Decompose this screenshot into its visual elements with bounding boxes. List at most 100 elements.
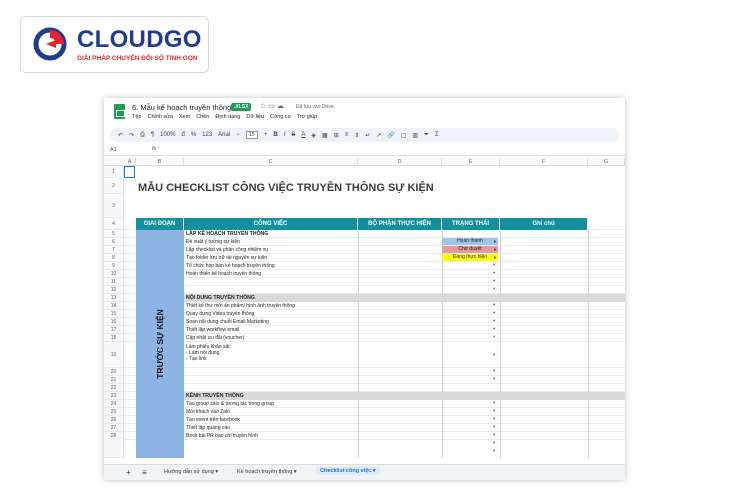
task-cell[interactable]: Lập checklist và phân công nhiệm vụ	[186, 247, 268, 253]
print-icon[interactable]: ⎙	[140, 132, 145, 139]
font-size-decrease-icon[interactable]: −	[236, 132, 240, 138]
row-number[interactable]: 4	[104, 218, 124, 230]
row-number[interactable]: 16	[104, 318, 124, 326]
row-number[interactable]: 1	[104, 166, 124, 178]
dropdown-arrow-icon[interactable]: ▾	[493, 334, 495, 340]
strikethrough-button[interactable]: S	[291, 132, 295, 138]
dropdown-arrow-icon[interactable]: ▾	[493, 424, 495, 430]
all-sheets-icon[interactable]: ≡	[142, 468, 147, 477]
row-number[interactable]: 19	[104, 342, 124, 368]
column-header[interactable]: C	[184, 158, 358, 166]
dropdown-arrow-icon[interactable]: ▾	[493, 270, 495, 276]
dropdown-arrow-icon[interactable]: ▾	[493, 310, 495, 316]
currency-format-button[interactable]: đ	[181, 132, 184, 138]
task-cell[interactable]: Tạo group zalo & tương tác trong group	[186, 401, 274, 407]
dropdown-arrow-icon[interactable]: ▾	[493, 416, 495, 422]
task-cell[interactable]: Tạo event trên facebook	[186, 417, 240, 423]
status-dropdown[interactable]: Chờ duyệt ▾	[442, 246, 498, 253]
dropdown-arrow-icon[interactable]: ▾	[493, 432, 495, 438]
task-cell[interactable]: Đề xuất ý tưởng sự kiện	[186, 239, 240, 245]
dropdown-arrow-icon[interactable]: ▾	[493, 318, 495, 324]
dropdown-arrow-icon[interactable]: ▾	[493, 440, 495, 446]
row-number[interactable]: 23	[104, 392, 124, 400]
task-cell[interactable]: Mời khách vào Zalo	[186, 409, 230, 415]
chart-icon[interactable]: ▥	[412, 132, 418, 139]
italic-button[interactable]: I	[284, 132, 286, 138]
wrap-icon[interactable]: ↵	[365, 132, 370, 139]
row-number[interactable]: 15	[104, 310, 124, 318]
task-cell[interactable]: Book bài PR báo chí truyền hình	[186, 433, 258, 439]
dropdown-arrow-icon[interactable]: ▾	[493, 302, 495, 308]
menu-edit[interactable]: Chỉnh sửa	[147, 114, 172, 120]
column-header[interactable]: F	[500, 158, 588, 166]
row-number[interactable]: 24	[104, 400, 124, 408]
task-cell[interactable]: Tạo folder lưu trữ tài nguyên sự kiện	[186, 255, 267, 261]
task-cell[interactable]: Thiết kế thư mời ấn phẩm/ hình ảnh truyề…	[186, 303, 295, 309]
functions-icon[interactable]: Σ	[435, 132, 439, 138]
status-dropdown[interactable]: Đang thực hiện ▾	[442, 254, 498, 261]
task-cell[interactable]: Cập nhật ưu đãi (voucher)	[186, 335, 244, 341]
font-size-increase-icon[interactable]: +	[264, 132, 268, 138]
menu-format[interactable]: Định dạng	[215, 114, 240, 120]
row-number[interactable]: 8	[104, 254, 124, 262]
sheets-app-icon[interactable]	[114, 104, 125, 119]
row-number[interactable]: 5	[104, 230, 124, 238]
row-number[interactable]: 12	[104, 286, 124, 294]
menu-tools[interactable]: Công cụ	[270, 114, 291, 120]
dropdown-arrow-icon[interactable]: ▾	[493, 286, 495, 292]
column-header[interactable]: A	[124, 158, 136, 166]
undo-icon[interactable]: ↶	[118, 132, 123, 139]
filter-icon[interactable]: ⏷	[424, 132, 429, 139]
sheet-tab[interactable]: Hướng dẫn sử dụng ▾	[164, 469, 218, 475]
merge-cells-icon[interactable]: ⊞	[334, 132, 339, 139]
menu-view[interactable]: Xem	[179, 114, 190, 120]
dropdown-arrow-icon[interactable]: ▾	[493, 408, 495, 414]
sheet-tab-active[interactable]: Checklist công việc ▾	[316, 467, 380, 475]
column-header[interactable]: D	[358, 158, 442, 166]
paint-format-icon[interactable]: ¶	[151, 132, 154, 138]
valign-icon[interactable]: ⇕	[354, 132, 359, 139]
row-number[interactable]: 25	[104, 408, 124, 416]
number-format-button[interactable]: 123	[202, 132, 212, 138]
row-number[interactable]: 26	[104, 416, 124, 424]
task-cell[interactable]: Quay dựng Video truyền thông	[186, 311, 254, 317]
font-size-input[interactable]: 15	[245, 131, 258, 139]
dropdown-arrow-icon[interactable]: ▾	[493, 376, 495, 382]
menu-file[interactable]: Tệp	[132, 114, 141, 120]
row-number[interactable]: 22	[104, 384, 124, 392]
task-cell[interactable]: Làm phiếu khảo sát: - Làm nội dung - Tạo…	[186, 344, 231, 362]
row-number[interactable]: 14	[104, 302, 124, 310]
task-cell[interactable]: Thiết lập quảng cáo	[186, 425, 230, 431]
column-header[interactable]: E	[442, 158, 500, 166]
row-number[interactable]: 21	[104, 376, 124, 384]
column-header[interactable]: G	[588, 158, 625, 166]
row-number[interactable]: 18	[104, 334, 124, 342]
task-cell[interactable]: Tổ chức họp bàn kế hoạch truyền thông	[186, 263, 275, 269]
link-icon[interactable]: 🔗	[387, 132, 394, 139]
dropdown-arrow-icon[interactable]: ▾	[493, 278, 495, 284]
task-cell[interactable]: Soạn nội dung chuỗi Email Marketing	[186, 319, 269, 325]
row-number[interactable]: 10	[104, 270, 124, 278]
menu-insert[interactable]: Chèn	[196, 114, 209, 120]
status-dropdown[interactable]: Hoàn thành ▾	[442, 238, 498, 245]
align-icon[interactable]: ≡	[345, 132, 349, 138]
zoom-select[interactable]: 100%	[160, 132, 175, 138]
row-number[interactable]: 27	[104, 424, 124, 432]
row-number[interactable]: 28	[104, 432, 124, 458]
dropdown-arrow-icon[interactable]: ▾	[493, 352, 495, 358]
star-icon[interactable]: ☆	[260, 103, 266, 110]
percent-format-button[interactable]: %	[191, 132, 196, 138]
row-number[interactable]: 3	[104, 194, 124, 218]
font-select[interactable]: Arial	[218, 132, 230, 138]
row-number[interactable]: 13	[104, 294, 124, 302]
sheet-tab[interactable]: Kế hoạch truyền thông ▾	[237, 469, 297, 475]
dropdown-arrow-icon[interactable]: ▾	[493, 326, 495, 332]
redo-icon[interactable]: ↷	[129, 132, 134, 139]
document-title[interactable]: 6. Mẫu kế hoạch truyền thông	[132, 103, 231, 112]
cell-reference[interactable]: A1	[110, 147, 117, 153]
row-number[interactable]: 11	[104, 278, 124, 286]
dropdown-arrow-icon[interactable]: ▾	[493, 400, 495, 406]
row-number[interactable]: 7	[104, 246, 124, 254]
task-cell[interactable]: Thiết lập workflow email	[186, 327, 239, 333]
row-number[interactable]: 17	[104, 326, 124, 334]
